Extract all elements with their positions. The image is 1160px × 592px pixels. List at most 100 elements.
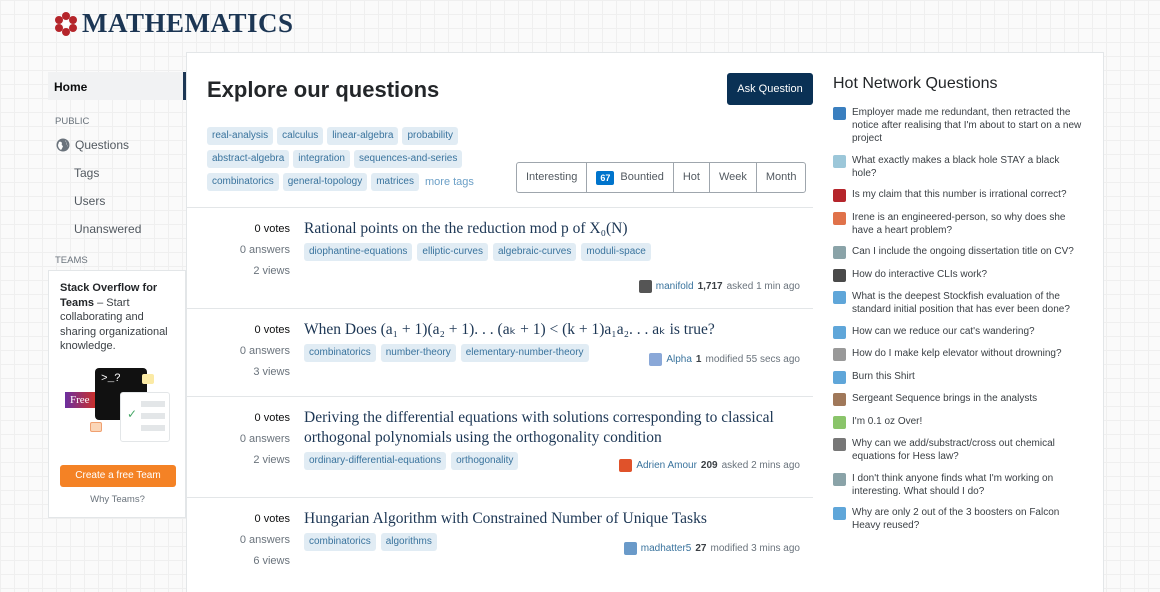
- question-time[interactable]: modified 3 mins ago: [711, 543, 801, 554]
- user-name[interactable]: madhatter5: [641, 543, 692, 554]
- why-teams-link[interactable]: Why Teams?: [60, 493, 175, 508]
- hot-network-questions: Hot Network Questions Employer made me r…: [833, 75, 1083, 541]
- question-tag[interactable]: orthogonality: [451, 452, 519, 470]
- teams-promo: Stack Overflow for Teams – Start collabo…: [48, 270, 186, 518]
- chemistry-icon: [833, 438, 846, 451]
- filter-bountied[interactable]: 67 Bountied: [587, 163, 674, 192]
- tag[interactable]: combinatorics: [207, 173, 279, 191]
- question-time[interactable]: asked 1 min ago: [727, 281, 800, 292]
- hot-question-link[interactable]: What is the deepest Stockfish evaluation…: [852, 290, 1083, 316]
- question-tag[interactable]: algorithms: [380, 533, 437, 551]
- tag[interactable]: calculus: [277, 127, 324, 145]
- tag[interactable]: general-topology: [282, 173, 368, 191]
- hot-question-link[interactable]: How do interactive CLIs work?: [852, 268, 987, 282]
- question-tag[interactable]: elliptic-curves: [417, 243, 488, 261]
- workplace-icon: [833, 107, 846, 120]
- view-count: 2 views: [253, 454, 290, 466]
- nav-tags[interactable]: Tags: [48, 159, 186, 187]
- question-tag[interactable]: algebraic-curves: [493, 243, 577, 261]
- tag[interactable]: matrices: [371, 173, 419, 191]
- question-title[interactable]: When Does (a₁ + 1)(a₂ + 1). . . (aₖ + 1)…: [304, 309, 804, 340]
- create-team-button[interactable]: Create a free Team: [60, 464, 176, 487]
- filter-hot[interactable]: Hot: [674, 163, 710, 192]
- answer-count: 0 answers: [239, 244, 290, 256]
- nav-unanswered[interactable]: Unanswered: [48, 215, 186, 243]
- hot-question-item[interactable]: How do I make kelp elevator without drow…: [833, 347, 1083, 361]
- vote-count: 0 votes: [254, 223, 290, 235]
- question-title[interactable]: Hungarian Algorithm with Constrained Num…: [304, 498, 804, 529]
- filter-interesting[interactable]: Interesting: [517, 163, 588, 192]
- user-avatar[interactable]: [619, 459, 633, 472]
- nav-questions[interactable]: Questions: [48, 131, 186, 159]
- tag[interactable]: integration: [293, 150, 350, 168]
- hot-question-link[interactable]: Why are only 2 out of the 3 boosters on …: [852, 506, 1083, 532]
- hot-question-link[interactable]: I don't think anyone finds what I'm work…: [852, 472, 1083, 498]
- user-avatar[interactable]: [649, 353, 663, 366]
- user-name[interactable]: Adrien Amour: [636, 460, 697, 471]
- hot-question-link[interactable]: Is my claim that this number is irration…: [852, 188, 1067, 202]
- hot-question-link[interactable]: Burn this Shirt: [852, 370, 915, 384]
- question-tag[interactable]: moduli-space: [581, 243, 651, 261]
- question-stats: 0 votes 0 answers 3 views: [187, 320, 290, 383]
- site-logo[interactable]: MATHEMATICS: [54, 8, 294, 39]
- hot-question-link[interactable]: Employer made me redundant, then retract…: [852, 106, 1083, 145]
- hot-question-link[interactable]: I'm 0.1 oz Over!: [852, 415, 922, 429]
- user-name[interactable]: Alpha: [666, 354, 692, 365]
- tag[interactable]: abstract-algebra: [207, 150, 290, 168]
- question-tag[interactable]: elementary-number-theory: [460, 344, 589, 362]
- hot-question-item[interactable]: I don't think anyone finds what I'm work…: [833, 472, 1083, 498]
- tag[interactable]: linear-algebra: [327, 127, 399, 145]
- space-icon: [833, 507, 846, 520]
- math-icon: [833, 189, 846, 202]
- answer-count: 0 answers: [239, 534, 290, 546]
- more-tags-link[interactable]: more tags: [425, 173, 474, 191]
- hot-question-link[interactable]: Why can we add/substract/cross out chemi…: [852, 437, 1083, 463]
- hot-question-link[interactable]: Can I include the ongoing dissertation t…: [852, 245, 1074, 259]
- chat-bubble-icon: [142, 373, 154, 384]
- hot-question-link[interactable]: What exactly makes a black hole STAY a b…: [852, 154, 1083, 180]
- hot-question-link[interactable]: How can we reduce our cat's wandering?: [852, 325, 1035, 339]
- filter-week[interactable]: Week: [710, 163, 757, 192]
- hot-question-item[interactable]: Why are only 2 out of the 3 boosters on …: [833, 506, 1083, 532]
- tag[interactable]: sequences-and-series: [353, 150, 463, 168]
- question-tag[interactable]: number-theory: [380, 344, 456, 362]
- user-name[interactable]: manifold: [656, 281, 694, 292]
- hot-question-item[interactable]: Can I include the ongoing dissertation t…: [833, 245, 1083, 259]
- nav-users[interactable]: Users: [48, 187, 186, 215]
- question-row: 0 votes 0 answers 2 views Rational points …: [187, 207, 813, 308]
- hot-question-link[interactable]: How do I make kelp elevator without drow…: [852, 347, 1062, 361]
- view-count: 2 views: [253, 265, 290, 277]
- hot-question-item[interactable]: Sergeant Sequence brings in the analysts: [833, 392, 1083, 406]
- nav-home[interactable]: Home: [48, 72, 186, 100]
- question-tag[interactable]: combinatorics: [304, 533, 376, 551]
- hot-question-item[interactable]: What exactly makes a black hole STAY a b…: [833, 154, 1083, 180]
- question-stats: 0 votes 0 answers 2 views: [187, 408, 290, 471]
- hot-question-item[interactable]: Why can we add/substract/cross out chemi…: [833, 437, 1083, 463]
- hot-question-item[interactable]: I'm 0.1 oz Over!: [833, 415, 1083, 429]
- hot-question-item[interactable]: How do interactive CLIs work?: [833, 268, 1083, 282]
- question-title[interactable]: Deriving the differential equations with…: [304, 397, 804, 448]
- hot-question-item[interactable]: Irene is an engineered-person, so why do…: [833, 211, 1083, 237]
- hot-question-link[interactable]: Irene is an engineered-person, so why do…: [852, 211, 1083, 237]
- user-avatar[interactable]: [638, 280, 652, 293]
- user-avatar[interactable]: [623, 542, 637, 555]
- hot-question-item[interactable]: What is the deepest Stockfish evaluation…: [833, 290, 1083, 316]
- answer-count: 0 answers: [239, 433, 290, 445]
- hot-question-item[interactable]: Burn this Shirt: [833, 370, 1083, 384]
- hot-question-item[interactable]: Is my claim that this number is irration…: [833, 188, 1083, 202]
- tag[interactable]: probability: [402, 127, 459, 145]
- hot-question-item[interactable]: How can we reduce our cat's wandering?: [833, 325, 1083, 339]
- question-title[interactable]: Rational points on the the reduction mod…: [304, 208, 804, 239]
- ask-question-button[interactable]: Ask Question: [727, 73, 813, 105]
- question-time[interactable]: modified 55 secs ago: [705, 354, 800, 365]
- question-time[interactable]: asked 2 mins ago: [722, 460, 800, 471]
- filter-month[interactable]: Month: [757, 163, 806, 192]
- question-tag[interactable]: diophantine-equations: [304, 243, 413, 261]
- logo-text: MATHEMATICS: [82, 8, 294, 38]
- hot-question-link[interactable]: Sergeant Sequence brings in the analysts: [852, 392, 1037, 406]
- tag[interactable]: real-analysis: [207, 127, 274, 145]
- question-tag[interactable]: combinatorics: [304, 344, 376, 362]
- hot-question-item[interactable]: Employer made me redundant, then retract…: [833, 106, 1083, 145]
- hot-network-title: Hot Network Questions: [833, 75, 998, 92]
- question-tag[interactable]: ordinary-differential-equations: [304, 452, 447, 470]
